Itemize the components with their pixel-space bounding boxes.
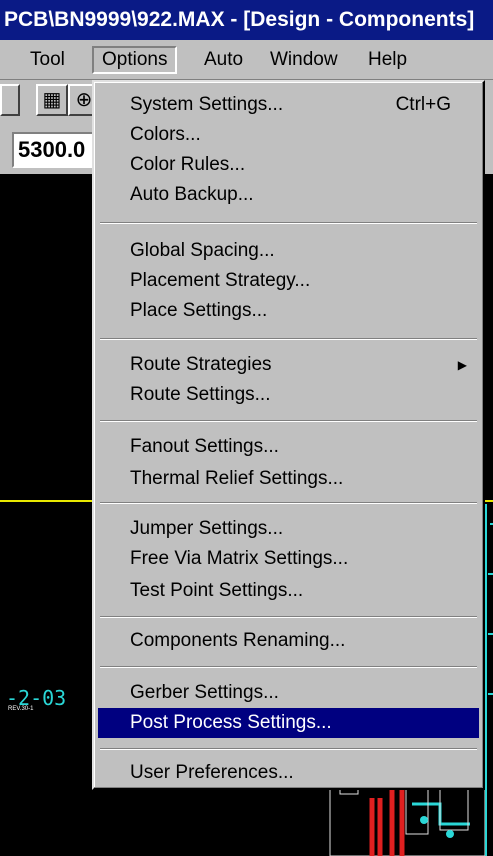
menu-colors[interactable]: Colors... xyxy=(98,120,479,150)
menu-options-label: Options xyxy=(102,49,168,70)
post-process-settings-label: Post Process Settings... xyxy=(130,712,332,733)
place-settings-label: Place Settings... xyxy=(130,300,268,321)
menu-tool-label: Tool xyxy=(30,49,65,70)
thermal-relief-settings-label: Thermal Relief Settings... xyxy=(130,468,344,489)
options-dropdown: System Settings... Ctrl+G Colors... Color… xyxy=(92,80,485,790)
menu-separator xyxy=(100,666,477,668)
menu-free-via-matrix-settings[interactable]: Free Via Matrix Settings... xyxy=(98,544,479,574)
via xyxy=(446,830,454,838)
menu-system-settings[interactable]: System Settings... Ctrl+G xyxy=(98,90,479,120)
menu-thermal-relief-settings[interactable]: Thermal Relief Settings... xyxy=(98,464,479,494)
menu-auto[interactable]: Auto xyxy=(196,46,251,74)
shortcut-label: Ctrl+G xyxy=(395,94,451,115)
menu-auto-label: Auto xyxy=(204,49,244,70)
via xyxy=(420,816,428,824)
menu-components-renaming[interactable]: Components Renaming... xyxy=(98,626,479,656)
cyan-trace xyxy=(485,504,493,856)
auto-backup-label: Auto Backup... xyxy=(130,184,254,205)
menu-fanout-settings[interactable]: Fanout Settings... xyxy=(98,432,479,462)
placement-strategy-label: Placement Strategy... xyxy=(130,270,311,291)
menu-placement-strategy[interactable]: Placement Strategy... xyxy=(98,266,479,296)
grid-icon[interactable]: ▦ xyxy=(36,84,68,116)
menu-place-settings[interactable]: Place Settings... xyxy=(98,296,479,326)
fanout-settings-label: Fanout Settings... xyxy=(130,436,279,457)
menu-separator xyxy=(100,502,477,504)
menu-window-label: Window xyxy=(270,49,338,70)
menu-help[interactable]: Help xyxy=(360,46,415,74)
menu-user-preferences[interactable]: User Preferences... xyxy=(98,758,479,788)
color-rules-label: Color Rules... xyxy=(130,154,246,175)
components-renaming-label: Components Renaming... xyxy=(130,630,346,651)
menu-jumper-settings[interactable]: Jumper Settings... xyxy=(98,514,479,544)
menu-tool[interactable]: Tool xyxy=(22,46,73,74)
menu-route-settings[interactable]: Route Settings... xyxy=(98,380,479,410)
route-settings-label: Route Settings... xyxy=(130,384,271,405)
menu-bar: Tool Options Auto Window Help xyxy=(0,40,493,80)
menu-help-label: Help xyxy=(368,49,408,70)
menu-post-process-settings[interactable]: Post Process Settings... xyxy=(98,708,479,738)
global-spacing-label: Global Spacing... xyxy=(130,240,275,261)
test-point-settings-label: Test Point Settings... xyxy=(130,580,304,601)
route-strategies-label: Route Strategies xyxy=(130,354,272,375)
system-settings-label: System Settings... xyxy=(130,94,284,115)
menu-options[interactable]: Options xyxy=(92,46,178,74)
menu-separator xyxy=(100,748,477,750)
menu-separator xyxy=(100,420,477,422)
colors-label: Colors... xyxy=(130,124,201,145)
user-preferences-label: User Preferences... xyxy=(130,762,294,783)
toolbar-button[interactable] xyxy=(0,84,20,116)
menu-auto-backup[interactable]: Auto Backup... xyxy=(98,180,479,210)
window-title: PCB\BN9999\922.MAX - [Design - Component… xyxy=(0,0,493,40)
menu-window[interactable]: Window xyxy=(262,46,346,74)
menu-global-spacing[interactable]: Global Spacing... xyxy=(98,236,479,266)
jumper-settings-label: Jumper Settings... xyxy=(130,518,284,539)
red-trace xyxy=(369,790,405,856)
menu-gerber-settings[interactable]: Gerber Settings... xyxy=(98,678,479,708)
menu-color-rules[interactable]: Color Rules... xyxy=(98,150,479,180)
free-via-matrix-settings-label: Free Via Matrix Settings... xyxy=(130,548,349,569)
coordinate-field[interactable]: 5300.0 xyxy=(12,132,102,168)
menu-separator xyxy=(100,338,477,340)
gerber-settings-label: Gerber Settings... xyxy=(130,682,279,703)
submenu-arrow-icon: ▶ xyxy=(457,358,467,372)
menu-test-point-settings[interactable]: Test Point Settings... xyxy=(98,576,479,606)
menu-route-strategies[interactable]: Route Strategies ▶ xyxy=(98,350,479,380)
menu-separator xyxy=(100,222,477,224)
menu-separator xyxy=(100,616,477,618)
